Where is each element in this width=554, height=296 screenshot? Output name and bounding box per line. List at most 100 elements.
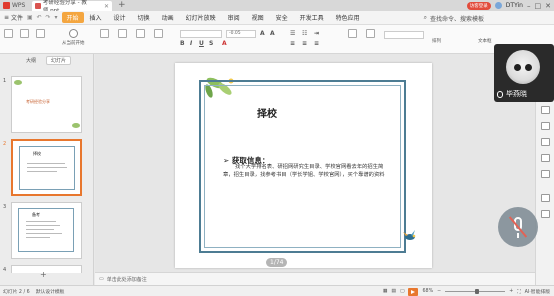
align-left-icon[interactable]: ≡: [290, 40, 295, 47]
reset-icon: [154, 29, 163, 38]
settings-icon[interactable]: [541, 194, 550, 202]
shapes-button[interactable]: [348, 29, 357, 40]
wps-logo-icon: [3, 2, 10, 9]
reading-view-icon[interactable]: ▢: [400, 289, 405, 294]
menu-slideshow[interactable]: 幻灯片放映: [180, 13, 222, 22]
menu-security[interactable]: 安全: [270, 13, 294, 22]
new-tab-button[interactable]: +: [118, 0, 126, 11]
italic-button[interactable]: I: [190, 40, 192, 47]
thumb-frame: [18, 208, 74, 252]
underline-button[interactable]: U: [199, 40, 204, 47]
grow-font-button[interactable]: A: [260, 30, 265, 37]
cut-button[interactable]: [20, 29, 29, 40]
slide-thumb-1[interactable]: 考研经验分享: [11, 76, 82, 133]
animation-pane-icon[interactable]: [541, 122, 550, 130]
thumb-title-1: 考研经验分享: [26, 99, 50, 104]
properties-icon[interactable]: [541, 106, 550, 114]
menu-hamburger-icon: ≡: [4, 14, 10, 21]
help-icon[interactable]: [541, 210, 550, 218]
menu-home[interactable]: 开始: [61, 12, 84, 23]
normal-view-icon[interactable]: ▦: [383, 289, 388, 294]
shape-fill-select[interactable]: [384, 31, 424, 39]
format-painter-button[interactable]: [36, 29, 45, 40]
picture-icon: [366, 29, 375, 38]
minimize-icon[interactable]: –: [527, 2, 531, 10]
bullet-body[interactable]: 找个大学排名表、研招网研究生目录、学校官网看去年的招生简章，招生目录，找参考书目…: [223, 164, 391, 179]
close-window-icon[interactable]: ✕: [545, 2, 551, 10]
quick-access-icons[interactable]: ▣ ↶ ↷ ▾: [27, 14, 61, 21]
bullets-icon[interactable]: ☰: [290, 30, 295, 37]
reset-button[interactable]: [154, 29, 163, 40]
add-slide-button[interactable]: +: [40, 270, 47, 279]
slide-title[interactable]: 择校: [257, 105, 277, 120]
font-family-select[interactable]: [180, 30, 222, 38]
align-right-icon[interactable]: ≡: [314, 40, 319, 47]
share-icon[interactable]: [541, 170, 550, 178]
menu-features[interactable]: 特色应用: [330, 13, 366, 22]
textbox-label: 文本框: [478, 39, 492, 44]
maximize-icon[interactable]: □: [535, 2, 542, 10]
panel-tabs: 大纲 幻灯片: [0, 54, 93, 66]
menu-developer[interactable]: 开发工具: [294, 13, 330, 22]
align-center-icon[interactable]: ≡: [302, 40, 307, 47]
file-menu-label: 文件: [11, 15, 24, 22]
slide-thumb-2[interactable]: 择校: [11, 139, 82, 196]
strikethrough-button[interactable]: S: [209, 40, 213, 47]
section-icon: [136, 29, 145, 38]
mute-toggle-button[interactable]: [498, 207, 538, 247]
menu-animations[interactable]: 动画: [156, 13, 180, 22]
webcam-avatar: [506, 50, 540, 84]
picture-button[interactable]: [366, 29, 375, 40]
backup-icon[interactable]: [541, 154, 550, 162]
arrange-button[interactable]: 排列: [432, 38, 441, 44]
home-tab[interactable]: WPS: [0, 0, 30, 11]
slide-thumbnail-panel: 大纲 幻灯片 1 考研经验分享 2 择校 3 备考 4: [0, 54, 94, 285]
menu-view[interactable]: 视图: [246, 13, 270, 22]
zoom-out-icon[interactable]: −: [437, 289, 441, 294]
titlebar-right: 访客登录 DTYin – □ ✕: [466, 0, 554, 11]
textbox-button[interactable]: 文本框: [478, 38, 492, 44]
close-tab-icon[interactable]: ✕: [104, 3, 109, 10]
zoom-value[interactable]: 68%: [422, 289, 433, 294]
new-slide-button[interactable]: [100, 29, 109, 40]
document-tab[interactable]: 考研经验分享 - 教师.ppt ✕: [32, 0, 112, 14]
slide-number-2: 2: [3, 141, 7, 147]
menu-insert[interactable]: 插入: [84, 13, 108, 22]
zoom-slider-knob[interactable]: [475, 289, 480, 294]
font-color-button[interactable]: A: [222, 40, 227, 47]
visitor-login-badge[interactable]: 访客登录: [466, 1, 491, 10]
ai-layout-label[interactable]: AI·智能排版: [525, 288, 550, 295]
thumb-frame: [19, 146, 75, 190]
notes-bar[interactable]: ▭ 单击此处添加备注: [95, 272, 535, 285]
indent-icon[interactable]: ⇥: [314, 30, 319, 37]
user-avatar[interactable]: [494, 2, 502, 9]
fit-window-icon[interactable]: ⛶: [517, 289, 520, 295]
tab-slides[interactable]: 幻灯片: [46, 55, 72, 65]
file-menu[interactable]: ≡ 文件: [0, 13, 27, 22]
slide-thumb-3[interactable]: 备考: [11, 202, 82, 259]
menu-design[interactable]: 设计: [108, 13, 132, 22]
play-icon: [68, 29, 78, 38]
section-button[interactable]: [136, 29, 145, 40]
layout-icon: [118, 29, 127, 38]
menu-transitions[interactable]: 切换: [132, 13, 156, 22]
layout-button[interactable]: [118, 29, 127, 40]
numbering-icon[interactable]: ☷: [302, 30, 307, 37]
font-size-select[interactable]: -0.05: [226, 30, 256, 38]
zoom-slider[interactable]: [445, 289, 506, 294]
thumb-title-3: 备考: [32, 212, 40, 217]
zoom-in-icon[interactable]: +: [509, 289, 513, 294]
sorter-view-icon[interactable]: ▤: [391, 289, 396, 294]
shrink-font-button[interactable]: A: [270, 30, 275, 37]
current-slide[interactable]: 择校 ➢ 获取信息： 找个大学排名表、研招网研究生目录、学校官网看去年的招生简章…: [175, 63, 432, 268]
paste-button[interactable]: [4, 29, 13, 40]
menu-review[interactable]: 审阅: [222, 13, 246, 22]
slide-design-icon[interactable]: [541, 138, 550, 146]
play-from-current-button[interactable]: 从当前开始: [62, 29, 85, 46]
bird-icon: [403, 230, 416, 240]
slideshow-play-button[interactable]: [408, 287, 419, 296]
title-bar: WPS 考研经验分享 - 教师.ppt ✕ + 访客登录 DTYin – □ ✕: [0, 0, 554, 14]
tab-outline[interactable]: 大纲: [26, 57, 36, 64]
command-search[interactable]: ⌕ 查找命令、搜索模板: [424, 11, 484, 25]
bold-button[interactable]: B: [180, 40, 185, 47]
